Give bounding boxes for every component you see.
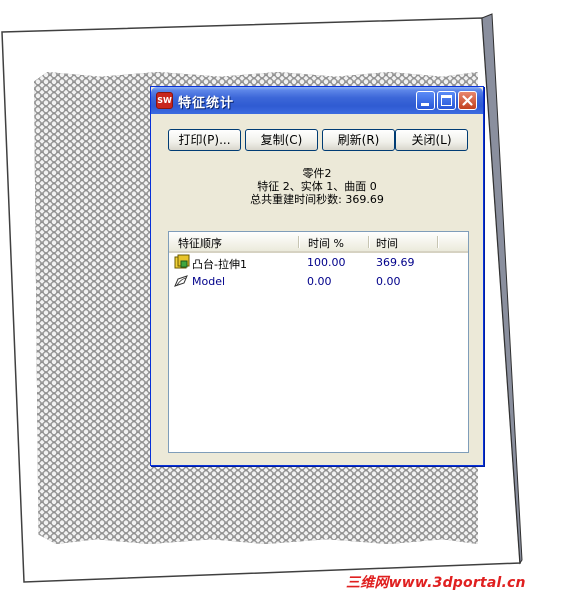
rebuild-time: 总共重建时间秒数: 369.69 (250, 193, 384, 206)
row-time-percent: 0.00 (307, 275, 332, 288)
column-divider[interactable] (298, 236, 300, 248)
boss-extrude-icon (174, 254, 190, 269)
solidworks-icon: SW (156, 92, 173, 109)
list-header: 特征顺序 时间 % 时间 (169, 232, 468, 253)
row-time: 0.00 (376, 275, 401, 288)
refresh-button[interactable]: 刷新(R) (322, 129, 395, 151)
print-button[interactable]: 打印(P)... (168, 129, 241, 151)
watermark: 三维网www.3dportal.cn (346, 575, 526, 591)
dialog-title: 特征统计 (178, 96, 235, 111)
row-time-percent: 100.00 (307, 256, 346, 269)
feature-statistics-dialog: SW 特征统计 打印(P)... 复制(C) 刷新(R) 关闭(L) 零件2 特… (150, 86, 484, 466)
maximize-icon (441, 95, 452, 106)
column-divider[interactable] (368, 236, 370, 248)
row-time: 369.69 (376, 256, 415, 269)
table-row[interactable]: Model 0.00 0.00 (169, 272, 468, 291)
minimize-icon (421, 103, 429, 106)
row-feature-name: Model (192, 275, 226, 288)
column-header-time[interactable]: 时间 (376, 235, 398, 251)
maximize-button[interactable] (437, 91, 456, 110)
column-divider[interactable] (437, 236, 439, 248)
table-row[interactable]: 凸台-拉伸1 100.00 369.69 (169, 253, 468, 272)
column-header-feature-order[interactable]: 特征顺序 (178, 235, 222, 251)
sketch-model-icon (174, 275, 188, 287)
dialog-titlebar[interactable]: SW 特征统计 (151, 87, 483, 114)
minimize-button[interactable] (416, 91, 435, 110)
close-window-button[interactable] (458, 91, 477, 110)
feature-list[interactable]: 特征顺序 时间 % 时间 凸台-拉伸1 100.00 369.69 Model … (168, 231, 469, 453)
column-header-time-percent[interactable]: 时间 % (308, 235, 344, 251)
copy-button[interactable]: 复制(C) (245, 129, 318, 151)
close-icon (462, 95, 473, 106)
row-feature-name: 凸台-拉伸1 (192, 258, 247, 271)
close-button[interactable]: 关闭(L) (395, 129, 468, 151)
